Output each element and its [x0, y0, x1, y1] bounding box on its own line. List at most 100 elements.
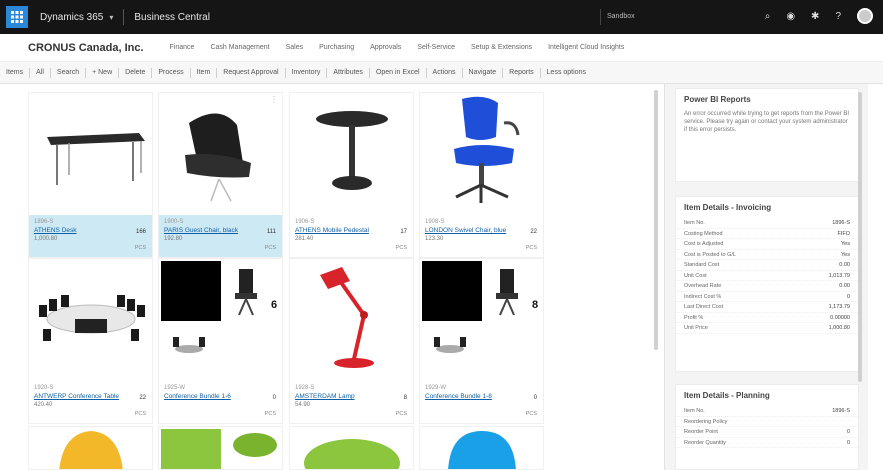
- action-navigate[interactable]: Navigate: [463, 69, 503, 76]
- chevron-down-icon[interactable]: ▾: [109, 13, 113, 22]
- item-tile[interactable]: [419, 426, 544, 470]
- factbox-field: Cost is Posted to G/L Yes: [676, 250, 858, 260]
- item-image: 8: [420, 259, 543, 381]
- item-tile[interactable]: 1908-S LONDON Swivel Chair, blue 123.30 …: [419, 92, 544, 258]
- factbox-field: Unit Price 1,000.80: [676, 323, 858, 334]
- factbox-field: Item No. 1896-S: [676, 406, 858, 417]
- item-tile[interactable]: [28, 426, 153, 470]
- item-uom: PCS: [134, 245, 146, 251]
- action-open-in-excel[interactable]: Open in Excel: [370, 69, 426, 76]
- item-inventory: 0: [272, 395, 276, 401]
- field-label: Costing Method: [684, 230, 723, 237]
- grid-scrollbar[interactable]: [654, 90, 658, 350]
- field-value[interactable]: 0: [847, 429, 850, 435]
- item-tile[interactable]: 1920-S ANTWERP Conference Table 420.40 2…: [28, 258, 153, 424]
- action-reports[interactable]: Reports: [503, 69, 540, 76]
- bell-icon[interactable]: ◉: [786, 11, 795, 22]
- item-tile[interactable]: ⋮ 1900-S PARIS Guest Chair, black 192.80…: [158, 92, 283, 258]
- action-process[interactable]: Process: [152, 69, 189, 76]
- item-number: 1906-S: [295, 219, 315, 225]
- nav-link[interactable]: Approvals: [370, 44, 401, 51]
- factbox-title[interactable]: Power BI Reports: [676, 89, 858, 110]
- factbox-title[interactable]: Item Details - Invoicing: [676, 197, 858, 218]
- item-uom: PCS: [395, 411, 407, 417]
- field-value[interactable]: 0.00: [839, 283, 850, 289]
- item-image: ⋮: [159, 93, 282, 215]
- search-icon[interactable]: ⌕: [765, 11, 771, 22]
- factbox-title[interactable]: Item Details - Planning: [676, 385, 858, 406]
- item-description[interactable]: Conference Bundle 1-6: [164, 393, 277, 400]
- factbox-field: Last Direct Cost 1,173.79: [676, 302, 858, 313]
- field-value[interactable]: Yes: [841, 241, 850, 247]
- action-search[interactable]: Search: [51, 69, 85, 76]
- item-image: [448, 431, 516, 469]
- nav-links: Finance Cash Management Sales Purchasing App…: [170, 44, 625, 51]
- item-description[interactable]: Conference Bundle 1-8: [425, 393, 538, 400]
- field-value[interactable]: 1,013.79: [829, 273, 850, 279]
- action-item[interactable]: Item: [191, 69, 217, 76]
- item-tile[interactable]: 8 1929-W Conference Bundle 1-8 0 PCS: [419, 258, 544, 424]
- action-items[interactable]: Items: [0, 69, 29, 76]
- module-name[interactable]: Business Central: [134, 12, 210, 23]
- field-label: Unit Price: [684, 325, 708, 331]
- bundle-count-badge: 6: [271, 299, 278, 311]
- app-name[interactable]: Dynamics 365: [40, 12, 103, 23]
- item-tile[interactable]: 6 1925-W Conference Bundle 1-6 0 PCS: [158, 258, 283, 424]
- field-value[interactable]: 1896-S: [832, 220, 850, 226]
- company-name[interactable]: CRONUS Canada, Inc.: [28, 42, 144, 54]
- nav-link[interactable]: Finance: [170, 44, 195, 51]
- item-price: 1,000.80: [34, 236, 58, 242]
- divider: [123, 9, 125, 25]
- nav-link[interactable]: Setup & Extensions: [471, 44, 532, 51]
- action-all[interactable]: All: [30, 69, 50, 76]
- field-label: Item No.: [684, 408, 705, 414]
- app-launcher-button[interactable]: [6, 6, 28, 28]
- action-delete[interactable]: Delete: [119, 69, 151, 76]
- nav-link[interactable]: Sales: [286, 44, 304, 51]
- field-value[interactable]: FIFO: [837, 231, 850, 237]
- help-icon[interactable]: ?: [835, 11, 841, 22]
- factbox-field: Indirect Cost % 0: [676, 292, 858, 302]
- item-price: 420.40: [34, 402, 53, 408]
- environment-indicator[interactable]: Sandbox: [600, 9, 710, 25]
- factbox-scrollbar[interactable]: [858, 92, 862, 382]
- item-description[interactable]: ATHENS Mobile Pedestal: [295, 227, 408, 234]
- nav-link[interactable]: Self-Service: [417, 44, 455, 51]
- action-request-approval[interactable]: Request Approval: [217, 69, 284, 76]
- item-description[interactable]: ATHENS Desk: [34, 227, 147, 234]
- item-description[interactable]: PARIS Guest Chair, black: [164, 227, 277, 234]
- action-attributes[interactable]: Attributes: [327, 69, 369, 76]
- item-tile[interactable]: [158, 426, 283, 470]
- action-inventory[interactable]: Inventory: [286, 69, 327, 76]
- more-options-icon[interactable]: ⋮: [270, 95, 278, 104]
- item-tile[interactable]: 1896-S ATHENS Desk 1,000.80 166 PCS: [28, 92, 153, 258]
- action-less-options[interactable]: Less options: [541, 69, 592, 76]
- field-value[interactable]: 0: [847, 440, 850, 446]
- top-app-bar: Dynamics 365 ▾ Business Central Sandbox …: [0, 0, 883, 34]
- item-uom: PCS: [134, 411, 146, 417]
- field-value[interactable]: 0.00: [839, 262, 850, 268]
- nav-link[interactable]: Cash Management: [210, 44, 269, 51]
- field-value[interactable]: 0: [847, 294, 850, 300]
- field-value[interactable]: 1,173.79: [829, 304, 850, 310]
- item-tile[interactable]: 1906-S ATHENS Mobile Pedestal 281.40 17 …: [289, 92, 414, 258]
- action-actions[interactable]: Actions: [427, 69, 462, 76]
- role-center-nav: CRONUS Canada, Inc. Finance Cash Manageme…: [0, 34, 883, 62]
- item-description[interactable]: LONDON Swivel Chair, blue: [425, 227, 538, 234]
- gear-icon[interactable]: ✱: [811, 11, 819, 22]
- item-tile[interactable]: 1928-S AMSTERDAM Lamp 54.90 8 PCS: [289, 258, 414, 424]
- field-value[interactable]: Yes: [841, 252, 850, 258]
- field-value[interactable]: 0.00000: [830, 315, 850, 321]
- field-value[interactable]: 1896-S: [832, 408, 850, 414]
- item-uom: PCS: [264, 245, 276, 251]
- item-description[interactable]: AMSTERDAM Lamp: [295, 393, 408, 400]
- nav-link[interactable]: Purchasing: [319, 44, 354, 51]
- action-new[interactable]: + New: [86, 69, 118, 76]
- avatar[interactable]: [857, 8, 873, 24]
- item-tile[interactable]: [289, 426, 414, 470]
- nav-link[interactable]: Intelligent Cloud Insights: [548, 44, 624, 51]
- field-value[interactable]: 1,000.80: [829, 325, 850, 331]
- item-description[interactable]: ANTWERP Conference Table: [34, 393, 147, 400]
- item-image: [290, 93, 413, 215]
- field-label: Last Direct Cost: [684, 304, 724, 310]
